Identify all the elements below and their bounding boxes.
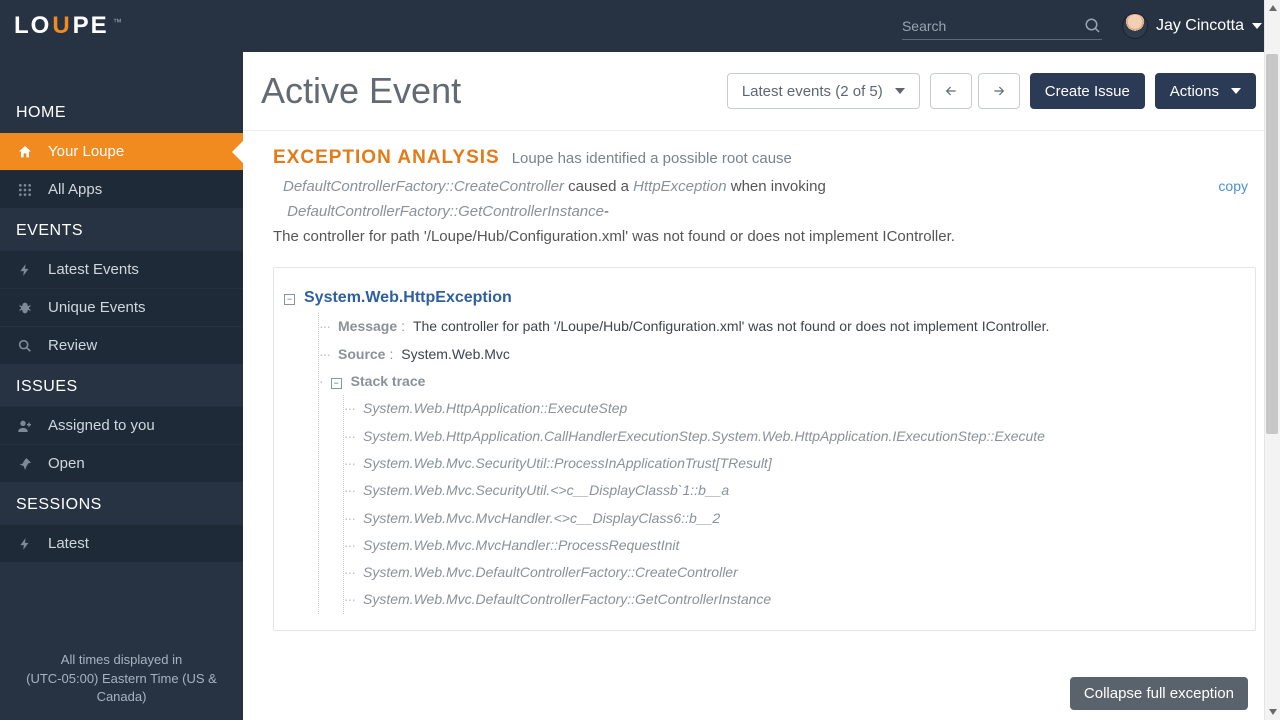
search-input[interactable] — [902, 18, 1084, 34]
chevron-down-icon — [1252, 23, 1262, 29]
divider — [243, 130, 1280, 131]
home-icon — [16, 144, 34, 160]
sidebar-item-latest[interactable]: Latest — [0, 524, 243, 562]
prev-event-button[interactable] — [930, 73, 972, 109]
analysis-title: EXCEPTION ANALYSIS — [273, 147, 500, 169]
field-value: The controller for path '/Loupe/Hub/Conf… — [413, 313, 1049, 340]
cause-method-b: DefaultControllerFactory::GetControllerI… — [287, 203, 604, 220]
footer-line-1: All times displayed in — [10, 651, 233, 669]
tree-toggle[interactable]: − — [331, 378, 342, 389]
page-header: Active Event Latest events (2 of 5) — [261, 70, 1256, 112]
bolt-icon — [16, 536, 34, 552]
sidebar-item-all-apps[interactable]: All Apps — [0, 170, 243, 208]
topbar: LO U PE ™ Jay Cincotta — [0, 0, 1280, 52]
grid-icon — [16, 182, 34, 198]
stack-frame-text: System.Web.HttpApplication.CallHandlerEx… — [363, 423, 1045, 450]
search-wrap — [902, 13, 1102, 40]
tree-field-row: ···Message : The controller for path '/L… — [319, 313, 1237, 340]
scrollbar-thumb[interactable] — [1266, 54, 1278, 434]
user-plus-icon — [16, 418, 34, 434]
user-name: Jay Cincotta — [1156, 17, 1244, 35]
brand-text-a: LO — [14, 12, 51, 40]
stack-frame: ···System.Web.HttpApplication.CallHandle… — [344, 423, 1237, 450]
stack-frame-text: System.Web.Mvc.DefaultControllerFactory:… — [363, 559, 738, 586]
exception-analysis: EXCEPTION ANALYSIS Loupe has identified … — [261, 147, 1256, 631]
stack-frame-text: System.Web.Mvc.MvcHandler::ProcessReques… — [363, 532, 679, 559]
stack-frame: ···System.Web.Mvc.MvcHandler.<>c__Displa… — [344, 505, 1237, 532]
stack-frame: ···System.Web.HttpApplication::ExecuteSt… — [344, 395, 1237, 422]
timezone-footer: All times displayed in (UTC-05:00) Easte… — [0, 643, 243, 720]
sidebar-item-label: Review — [48, 337, 97, 354]
brand-tm: ™ — [113, 17, 122, 27]
next-event-button[interactable] — [978, 73, 1020, 109]
cause-exception-type: HttpException — [633, 178, 726, 195]
brand-logo[interactable]: LO U PE ™ — [14, 12, 122, 40]
stack-frame: ···System.Web.Mvc.DefaultControllerFacto… — [344, 559, 1237, 586]
content: Active Event Latest events (2 of 5) — [243, 52, 1280, 720]
pin-icon — [16, 456, 34, 472]
cause-message: The controller for path '/Loupe/Hub/Conf… — [273, 225, 955, 250]
sidebar-item-your-loupe[interactable]: Your Loupe — [0, 132, 243, 170]
sidebar-item-open[interactable]: Open — [0, 444, 243, 482]
brand-text-b: PE — [73, 12, 109, 40]
brand-text-u: U — [52, 12, 71, 40]
copy-link[interactable]: copy — [1218, 175, 1248, 198]
stack-trace-label: Stack trace — [351, 368, 426, 395]
bolt-icon — [16, 262, 34, 278]
sidebar-item-unique-events[interactable]: Unique Events — [0, 288, 243, 326]
footer-line-2: (UTC-05:00) Eastern Time (US & Canada) — [10, 670, 233, 706]
tree-toggle[interactable]: − — [284, 294, 295, 305]
sidebar-item-assigned-to-you[interactable]: Assigned to you — [0, 406, 243, 444]
field-label: Source — [338, 341, 385, 368]
cause-method-a: DefaultControllerFactory::CreateControll… — [283, 178, 564, 195]
sidebar-item-label: Open — [48, 455, 85, 472]
collapse-exception-button[interactable]: Collapse full exception — [1070, 677, 1248, 710]
user-menu[interactable]: Jay Cincotta — [1122, 13, 1262, 39]
sidebar-item-label: Unique Events — [48, 299, 146, 316]
sidebar-item-label: Latest — [48, 535, 89, 552]
nav-section-header: HOME — [0, 90, 243, 132]
bug-icon — [16, 300, 34, 316]
stack-frame-text: System.Web.Mvc.DefaultControllerFactory:… — [363, 586, 771, 613]
stack-frame: ···System.Web.Mvc.MvcHandler::ProcessReq… — [344, 532, 1237, 559]
sidebar-item-review[interactable]: Review — [0, 326, 243, 364]
sidebar-item-label: Latest Events — [48, 261, 139, 278]
field-label: Message — [338, 313, 397, 340]
stack-frame-text: System.Web.HttpApplication::ExecuteStep — [363, 395, 627, 422]
sidebar-item-latest-events[interactable]: Latest Events — [0, 250, 243, 288]
create-issue-button[interactable]: Create Issue — [1030, 73, 1145, 109]
sidebar-item-label: Your Loupe — [48, 143, 124, 160]
nav-section-header: EVENTS — [0, 208, 243, 250]
search-icon — [16, 338, 34, 354]
stack-frame-text: System.Web.Mvc.SecurityUtil::ProcessInAp… — [363, 450, 772, 477]
analysis-subtitle: Loupe has identified a possible root cau… — [512, 150, 792, 167]
page-title: Active Event — [261, 70, 461, 112]
stack-frame-text: System.Web.Mvc.SecurityUtil.<>c__Display… — [363, 477, 729, 504]
tree-field-row: ···Source : System.Web.Mvc — [319, 341, 1237, 368]
exception-tree: − System.Web.HttpException ···Message : … — [273, 267, 1256, 630]
stack-frame: ···System.Web.Mvc.SecurityUtil.<>c__Disp… — [344, 477, 1237, 504]
root-cause: copy DefaultControllerFactory::CreateCon… — [273, 175, 1256, 249]
avatar — [1122, 13, 1148, 39]
search-icon[interactable] — [1084, 17, 1102, 35]
stack-frame: ···System.Web.Mvc.SecurityUtil::ProcessI… — [344, 450, 1237, 477]
scrollbar[interactable] — [1264, 0, 1280, 720]
stack-frame: ···System.Web.Mvc.DefaultControllerFacto… — [344, 586, 1237, 613]
nav-section-header: ISSUES — [0, 364, 243, 406]
stack-frame-text: System.Web.Mvc.MvcHandler.<>c__DisplayCl… — [363, 505, 720, 532]
stack-trace-header: ·−Stack trace — [319, 368, 1237, 395]
sidebar-item-label: Assigned to you — [48, 417, 155, 434]
latest-events-dropdown[interactable]: Latest events (2 of 5) — [727, 73, 920, 109]
sidebar-item-label: All Apps — [48, 181, 102, 198]
field-value: System.Web.Mvc — [401, 341, 510, 368]
actions-dropdown[interactable]: Actions — [1155, 73, 1256, 109]
exception-type: System.Web.HttpException — [304, 282, 512, 313]
nav-section-header: SESSIONS — [0, 482, 243, 524]
event-pager — [930, 73, 1020, 109]
sidebar: HOME Your Loupe All Apps EVENTS Latest Event… — [0, 52, 243, 720]
